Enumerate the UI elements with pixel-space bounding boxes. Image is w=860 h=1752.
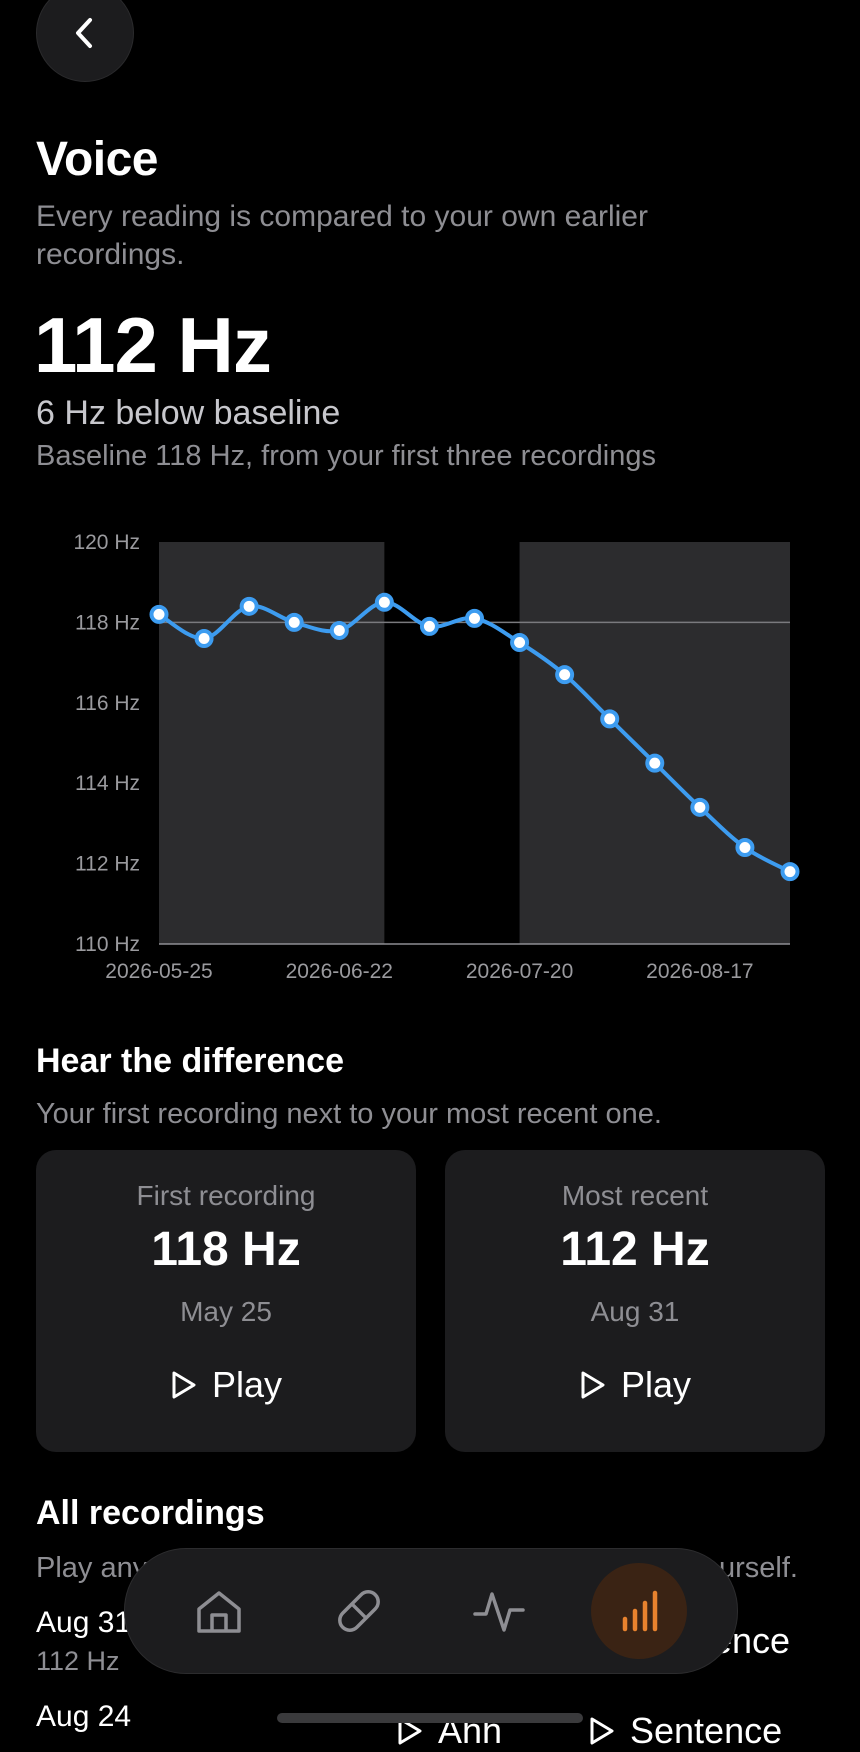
home-icon	[197, 1591, 241, 1633]
card-date: Aug 31	[590, 1296, 680, 1327]
data-point	[419, 616, 439, 636]
shaded-period	[159, 542, 385, 944]
pulse-icon	[473, 1592, 525, 1632]
tab-medication[interactable]	[311, 1563, 407, 1659]
shaded-period	[519, 542, 790, 944]
x-tick-label: 2026-06-22	[286, 960, 393, 983]
play-icon	[172, 1371, 196, 1399]
recordings-subtitle-end: urself.	[719, 1552, 798, 1584]
voice-pitch-chart: 120 Hz 118 Hz 116 Hz 114 Hz 112 Hz 110 Hz 2026…	[73, 531, 800, 983]
x-tick-label: 2026-05-25	[105, 960, 212, 983]
y-tick-label: 110 Hz	[75, 933, 140, 956]
card-label: First recording	[136, 1180, 316, 1211]
data-point	[735, 838, 755, 858]
data-point	[194, 628, 214, 648]
y-tick-label: 116 Hz	[75, 692, 140, 715]
data-point	[600, 709, 620, 729]
card-value: 118 Hz	[151, 1223, 301, 1276]
first-recording-card: First recording 118 Hz May 25 Play	[36, 1150, 416, 1452]
most-recent-card: Most recent 112 Hz Aug 31 Play	[445, 1150, 825, 1452]
back-button[interactable]	[36, 0, 134, 82]
x-tick-label: 2026-08-17	[646, 960, 753, 983]
data-point	[239, 596, 259, 616]
y-tick-label: 118 Hz	[75, 611, 140, 634]
data-point	[510, 633, 530, 652]
play-sentence-label: Sentence	[630, 1710, 783, 1751]
page-subtitle: Every reading is compared to your own ea…	[36, 200, 648, 271]
recordings-title: All recordings	[36, 1494, 265, 1532]
pill-icon	[338, 1590, 380, 1632]
play-recent-button[interactable]: Play	[445, 1364, 825, 1406]
card-date: May 25	[180, 1296, 272, 1327]
current-value: 112 Hz	[34, 301, 272, 389]
home-indicator	[277, 1713, 583, 1723]
chevron-left-icon	[76, 18, 92, 48]
card-label: Most recent	[561, 1180, 709, 1211]
data-point	[284, 612, 304, 632]
play-icon	[581, 1371, 605, 1399]
play-label: Play	[620, 1364, 692, 1405]
card-value: 112 Hz	[560, 1223, 710, 1276]
data-point	[780, 862, 800, 882]
tab-bar	[124, 1548, 738, 1674]
tab-home[interactable]	[171, 1563, 267, 1659]
data-point	[690, 797, 710, 817]
data-point	[465, 608, 484, 628]
recording-hz: 112 Hz	[36, 1646, 120, 1676]
y-tick-label: 112 Hz	[75, 853, 140, 876]
data-point	[374, 592, 394, 612]
compare-subtitle: Your first recording next to your most r…	[36, 1098, 662, 1130]
tab-activity[interactable]	[451, 1563, 547, 1659]
data-point	[645, 753, 665, 773]
recording-date: Aug 31	[36, 1606, 132, 1639]
data-point	[555, 665, 575, 685]
compare-title: Hear the difference	[36, 1042, 344, 1080]
page-title: Voice	[36, 133, 159, 186]
tab-stats[interactable]	[591, 1563, 687, 1659]
baseline-note: Baseline 118 Hz, from your first three r…	[36, 440, 657, 472]
y-tick-label: 120 Hz	[73, 531, 140, 554]
x-tick-label: 2026-07-20	[466, 960, 573, 983]
y-tick-label: 114 Hz	[75, 772, 140, 795]
data-point	[149, 604, 169, 624]
play-label: Play	[211, 1364, 283, 1405]
play-sentence-button[interactable]: Sentence	[588, 1710, 782, 1752]
data-point	[329, 620, 349, 640]
play-first-button[interactable]: Play	[36, 1364, 416, 1406]
recording-date: Aug 24	[36, 1700, 132, 1733]
bar-chart-icon	[622, 1590, 658, 1632]
baseline-delta: 6 Hz below baseline	[36, 394, 341, 432]
